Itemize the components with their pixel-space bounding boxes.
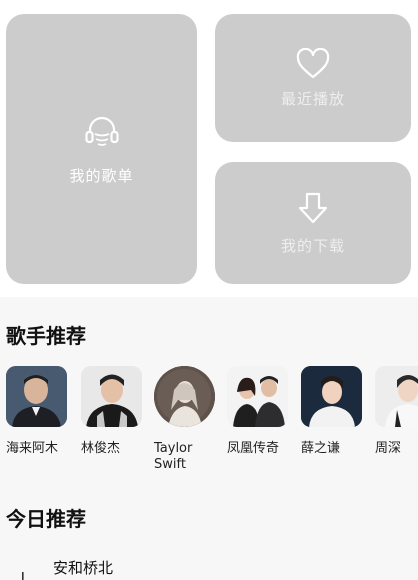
artist-name: 海来阿木: [6, 441, 59, 456]
artist-name: 凤凰传奇: [227, 441, 280, 456]
music-note-icon: [22, 572, 24, 580]
song-list-item[interactable]: 安和桥北: [0, 552, 418, 580]
recent-play-label: 最近播放: [280, 89, 345, 108]
artist-item[interactable]: 海来阿木: [6, 366, 70, 457]
artist-avatar: [375, 366, 418, 427]
artist-avatar: [227, 366, 288, 427]
my-download-label: 我的下载: [280, 236, 345, 255]
artist-avatar: [6, 366, 67, 427]
artist-item[interactable]: 林俊杰: [81, 366, 145, 457]
download-arrow-icon: [298, 192, 328, 223]
headphones-icon: [84, 116, 119, 146]
artist-avatar: [81, 366, 142, 427]
recent-play-card[interactable]: 最近播放: [215, 14, 411, 142]
today-section-title: 今日推荐: [6, 507, 86, 531]
my-download-card[interactable]: 我的下载: [215, 162, 411, 284]
artist-item[interactable]: 凤凰传奇: [227, 366, 291, 457]
heart-icon: [296, 47, 330, 78]
artist-name: 林俊杰: [81, 441, 121, 456]
song-title: 安和桥北: [53, 559, 114, 577]
artist-name: 薛之谦: [301, 441, 341, 456]
artist-name: 周深: [375, 441, 402, 456]
quick-access-panel: 我的歌单 最近播放 我的下载: [0, 0, 418, 297]
artist-item[interactable]: Taylor Swift: [154, 366, 218, 473]
artist-avatar: [301, 366, 362, 427]
artist-list: 海来阿木 林俊杰 Taylor Swift 凤凰传奇 薛之谦 周深: [0, 366, 418, 486]
artist-name: Taylor Swift: [154, 441, 193, 472]
artist-item[interactable]: 薛之谦: [301, 366, 365, 457]
my-playlist-label: 我的歌单: [69, 166, 134, 185]
artist-item[interactable]: 周深: [375, 366, 418, 457]
my-playlist-card[interactable]: 我的歌单: [6, 14, 197, 284]
singers-section-title: 歌手推荐: [6, 324, 86, 348]
artist-avatar: [154, 366, 215, 427]
